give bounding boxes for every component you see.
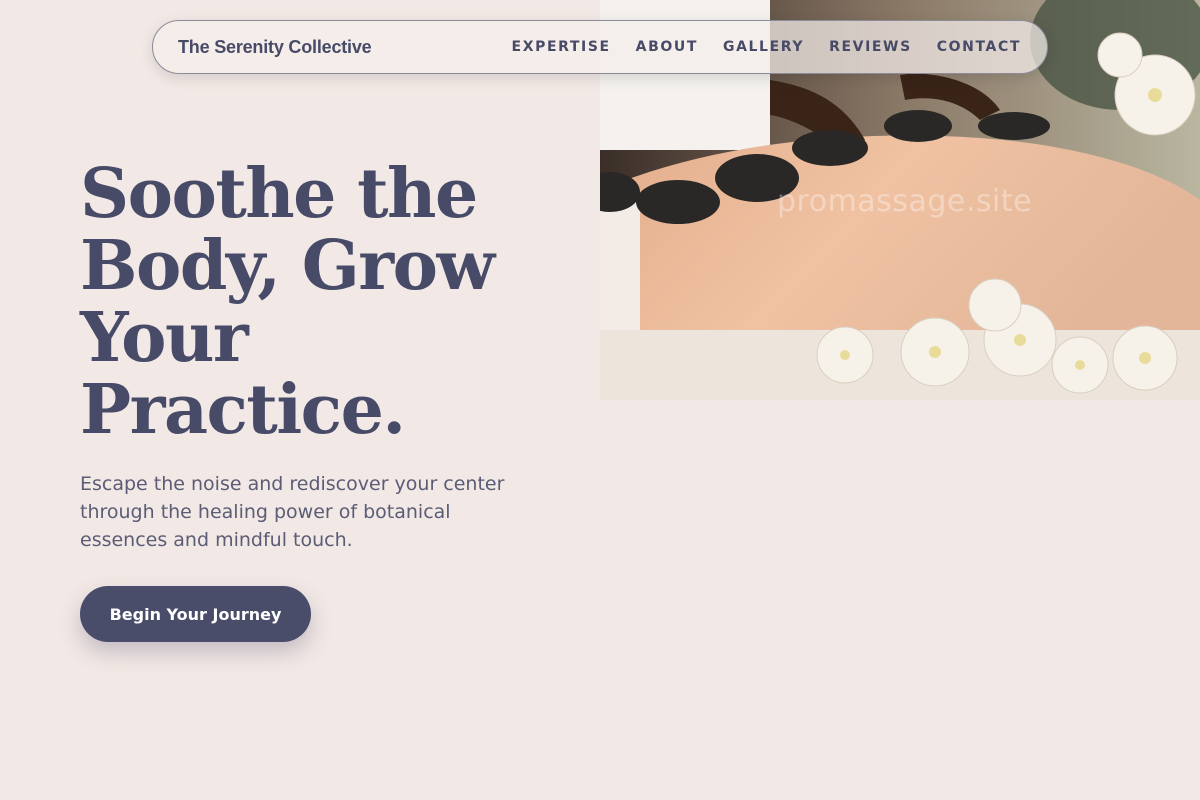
nav-link-about[interactable]: ABOUT — [636, 39, 698, 55]
begin-journey-button[interactable]: Begin Your Journey — [80, 586, 311, 642]
nav-link-gallery[interactable]: GALLERY — [723, 39, 804, 55]
navbar: The Serenity Collective EXPERTISE ABOUT … — [152, 20, 1048, 74]
headline-line: Your — [80, 298, 249, 378]
hero-subtitle: Escape the noise and rediscover your cen… — [80, 473, 505, 551]
brand-logo[interactable]: The Serenity Collective — [178, 37, 372, 58]
headline-line: Body, Grow — [80, 226, 495, 306]
nav-links: EXPERTISE ABOUT GALLERY REVIEWS CONTACT — [512, 39, 1021, 55]
headline-line: Soothe the — [80, 154, 478, 234]
nav-link-contact[interactable]: CONTACT — [937, 39, 1021, 55]
watermark-text: promassage.site — [777, 184, 1033, 219]
nav-link-reviews[interactable]: REVIEWS — [829, 39, 912, 55]
headline-line: Practice. — [80, 370, 406, 450]
nav-link-expertise[interactable]: EXPERTISE — [512, 39, 611, 55]
hero-headline: Soothe the Body, Grow Your Practice. — [80, 158, 550, 446]
page: promassage.site The Serenity Collective … — [0, 0, 1200, 800]
